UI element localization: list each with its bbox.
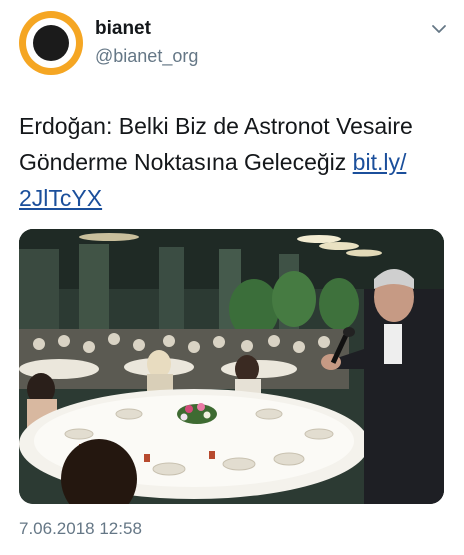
tweet-link-part2[interactable]: 2JlTcYX bbox=[19, 185, 102, 211]
tweet-photo[interactable] bbox=[19, 229, 444, 504]
tweet-timestamp[interactable]: 7.06.2018 12:58 bbox=[19, 519, 142, 539]
chevron-down-icon[interactable] bbox=[431, 21, 447, 37]
avatar[interactable] bbox=[19, 11, 83, 75]
user-names[interactable]: bianet @bianet_org bbox=[95, 17, 198, 68]
tweet-header: bianet @bianet_org bbox=[19, 11, 449, 75]
avatar-ring bbox=[26, 18, 76, 68]
user-handle[interactable]: @bianet_org bbox=[95, 44, 198, 68]
tweet-link-part1[interactable]: bit.ly/ bbox=[353, 149, 407, 175]
photo-illustration bbox=[19, 229, 444, 504]
tweet-text: Erdoğan: Belki Biz de Astronot Vesaire G… bbox=[19, 108, 449, 216]
avatar-dot bbox=[33, 25, 69, 61]
display-name[interactable]: bianet bbox=[95, 17, 198, 41]
